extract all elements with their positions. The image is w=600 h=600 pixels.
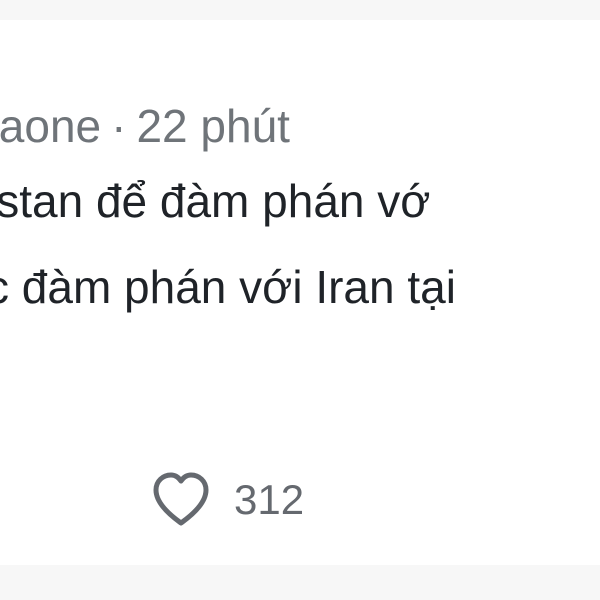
like-button[interactable]: 312 <box>146 465 304 535</box>
comment-card: taone·22 phút istan để đàm phán vớ c đàm… <box>0 20 600 565</box>
top-band <box>0 0 600 20</box>
timestamp[interactable]: 22 phút <box>136 98 289 154</box>
comment-meta: taone·22 phút <box>0 98 290 154</box>
heart-outline-icon[interactable] <box>146 465 216 535</box>
meta-separator: · <box>111 100 127 152</box>
comment-viewport: taone·22 phút istan để đàm phán vớ c đàm… <box>0 0 600 600</box>
like-count: 312 <box>234 476 305 523</box>
comment-text-line-1: istan để đàm phán vớ <box>0 175 431 227</box>
comment-text-line-2: c đàm phán với Iran tại <box>0 261 456 313</box>
bottom-band <box>0 565 600 600</box>
username[interactable]: taone <box>0 98 101 154</box>
